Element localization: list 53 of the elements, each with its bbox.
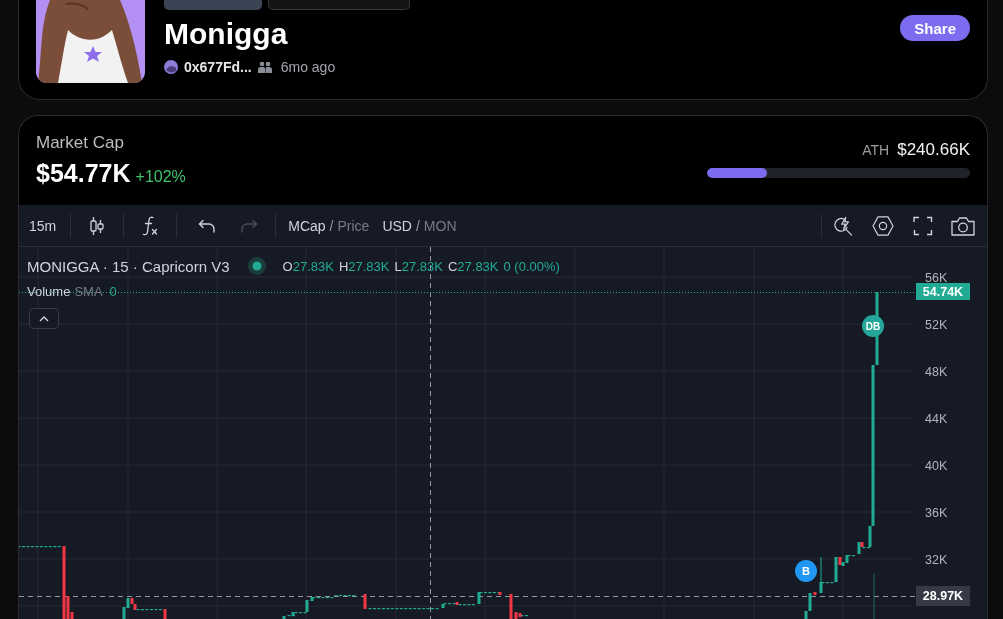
token-age: 6mo ago xyxy=(280,59,336,75)
price-axis-label: 44K xyxy=(925,412,948,426)
creator-avatar-icon xyxy=(164,60,178,74)
ath-value: $240.66K xyxy=(897,140,970,160)
ohlc-label: O xyxy=(282,258,293,274)
candles-icon xyxy=(90,215,105,236)
crosshair-price-tag: 28.97K xyxy=(916,586,970,606)
creator-address[interactable]: 0x677Fd... xyxy=(184,59,252,75)
last-price-tag: 54.74K xyxy=(916,283,970,300)
people-icon xyxy=(257,61,272,73)
volume-label: Volume xyxy=(27,284,71,299)
chart-symbol-title: MONIGGA · 15 · Capricorn V3 xyxy=(27,257,230,275)
token-name: Monigga xyxy=(164,17,289,51)
interval-button[interactable]: 15m xyxy=(24,210,62,241)
chevron-up-icon xyxy=(39,315,49,322)
collapse-button[interactable] xyxy=(29,308,59,329)
camera-icon xyxy=(951,215,975,236)
ohlc-label: H xyxy=(338,258,349,274)
ohlc-value: 27.83K xyxy=(348,258,390,274)
market-cap-label: Market Cap xyxy=(36,133,125,153)
volume-value: 0 xyxy=(109,284,117,299)
currency-option[interactable]: USD xyxy=(382,210,412,241)
price-axis-label: 32K xyxy=(925,553,948,567)
separator-slash: / xyxy=(415,217,420,234)
currency-option[interactable]: MON xyxy=(423,210,457,241)
market-cap-value: $54.77K xyxy=(36,158,131,188)
ohlc-value: 27.83K xyxy=(401,258,443,274)
price-mode-option[interactable]: Price xyxy=(337,210,370,241)
ohlc-value: 27.83K xyxy=(457,258,499,274)
status-dot-icon xyxy=(247,257,266,275)
ohlc-value: 27.83K xyxy=(292,258,334,274)
market-cap-change: +102% xyxy=(135,168,186,186)
price-mode-option[interactable]: MCap xyxy=(288,210,326,241)
price-axis-label: 48K xyxy=(925,365,948,379)
redo-icon xyxy=(240,218,259,233)
share-button[interactable]: Share xyxy=(900,15,970,41)
settings-icon xyxy=(872,215,894,236)
price-axis-label: 36K xyxy=(925,506,948,520)
price-axis-label: 40K xyxy=(925,459,948,473)
function-icon xyxy=(142,215,159,236)
trade-marker[interactable]: B xyxy=(795,560,817,582)
ohlc-label: L xyxy=(394,258,402,274)
price-change: 0 (0.00%) xyxy=(503,258,560,274)
price-axis-label: 56K xyxy=(925,271,948,285)
ath-label: ATH xyxy=(862,142,890,158)
price-axis-label: 52K xyxy=(925,318,948,332)
fullscreen-icon xyxy=(913,215,933,236)
volume-indicator: SMA xyxy=(74,284,103,299)
undo-icon xyxy=(198,218,217,233)
separator-slash: / xyxy=(329,217,334,234)
trade-marker[interactable]: DB xyxy=(862,315,884,337)
lightning-search-icon xyxy=(833,215,853,236)
ohlc-label: C xyxy=(447,258,458,274)
